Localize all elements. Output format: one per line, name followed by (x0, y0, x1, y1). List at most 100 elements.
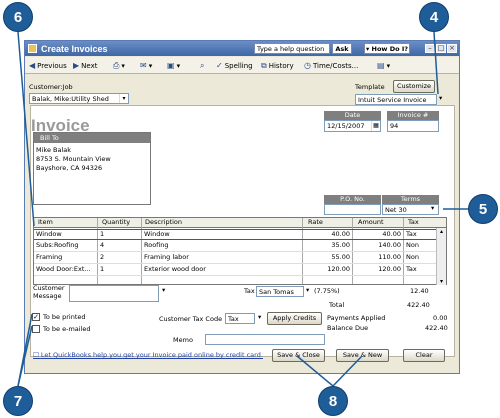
column-header-rate: Rate (308, 218, 323, 226)
callout-8: 8 (318, 386, 348, 416)
template-value: Intuit Service Invoice (358, 96, 427, 104)
cell-rate[interactable]: 35.00 (302, 240, 350, 251)
create-invoices-window: Create Invoices Type a help question Ask… (24, 40, 460, 374)
cell-description[interactable]: Window (142, 229, 170, 240)
ship-button[interactable]: ▣ ▾ (167, 60, 180, 71)
scroll-up-icon[interactable]: ▴ (437, 228, 446, 235)
invoice-number-label: Invoice # (387, 111, 439, 120)
cell-amount[interactable]: 40.00 (352, 229, 401, 240)
chevron-down-icon: ▾ (119, 94, 128, 103)
minimize-icon[interactable]: – (425, 44, 435, 53)
cell-rate[interactable]: 55.00 (302, 252, 350, 263)
callout-7: 7 (3, 386, 33, 416)
checkbox-icon: ☐ (33, 351, 41, 359)
printer-icon: ⎙ (113, 60, 120, 70)
find-icon: ⌕ (200, 60, 205, 70)
cell-rate[interactable]: 40.00 (302, 229, 350, 240)
tax-rate: (7.75%) (314, 287, 340, 295)
toolbar: ◀ Previous ▶ Next ⎙ ▾ ✉ ▾ ▣ ▾ ⌕ ✓ Spelling ⧉ Hi… (25, 57, 459, 74)
customer-tax-code-select[interactable]: Tax (225, 313, 255, 324)
close-icon[interactable]: × (447, 44, 457, 53)
invoice-number-field[interactable]: 94 (387, 120, 439, 132)
table-row[interactable]: Framing 2 Framing labor 55.00 110.00 Non (34, 253, 437, 264)
cell-quantity[interactable]: 4 (98, 240, 104, 251)
cell-tax[interactable]: Tax (404, 264, 417, 275)
column-header-description: Description (145, 218, 183, 226)
terms-chevron-down-icon[interactable]: ▾ (431, 204, 434, 212)
table-scrollbar[interactable]: ▴ ▾ (436, 228, 446, 285)
cell-quantity[interactable]: 1 (98, 264, 104, 275)
customer-tax-code-chevron-icon[interactable]: ▾ (258, 313, 261, 321)
next-label: Next (81, 61, 98, 70)
cell-tax[interactable]: Non (404, 252, 419, 263)
cell-tax[interactable]: Tax (404, 229, 417, 240)
memo-field[interactable] (205, 334, 325, 345)
history-button[interactable]: ⧉ History (261, 60, 294, 71)
maximize-icon[interactable]: □ (436, 44, 446, 53)
cell-rate[interactable]: 120.00 (302, 264, 350, 275)
customer-message-field[interactable] (69, 285, 159, 302)
bill-to-line: 8753 S. Mountain View (36, 155, 111, 163)
tax-amount: 12.40 (410, 287, 429, 295)
table-row[interactable]: Window 1 Window 40.00 40.00 Tax (34, 229, 437, 240)
table-header: Item Quantity Description Rate Amount Ta… (34, 218, 446, 228)
cell-amount[interactable]: 120.00 (352, 264, 401, 275)
spelling-button[interactable]: ✓ Spelling (216, 60, 253, 71)
to-be-printed-label: To be printed (43, 313, 86, 321)
po-number-field[interactable] (324, 204, 381, 215)
customer-job-select[interactable]: Balak, Mike:Utility Shed ▾ (29, 93, 129, 104)
cell-quantity[interactable]: 1 (98, 229, 104, 240)
tax-item-select[interactable]: San Tomas (256, 286, 304, 297)
apply-credits-button[interactable]: Apply Credits (267, 312, 322, 325)
callout-4: 4 (419, 2, 449, 32)
cell-item[interactable]: Framing (34, 252, 96, 263)
cell-item[interactable]: Window (34, 229, 96, 240)
time-costs-button[interactable]: ◷ Time/Costs... (304, 60, 358, 71)
to-be-printed-checkbox[interactable]: ✓ (32, 313, 40, 321)
table-row[interactable]: Subs:Roofing 4 Roofing 35.00 140.00 Non (34, 241, 437, 252)
column-header-item: Item (38, 218, 53, 226)
scroll-down-icon[interactable]: ▾ (437, 278, 446, 285)
spelling-label: Spelling (224, 61, 253, 70)
email-button[interactable]: ✉ ▾ (140, 60, 152, 71)
cell-description[interactable]: Framing labor (142, 252, 189, 263)
cell-description[interactable]: Exterior wood door (142, 264, 206, 275)
cell-quantity[interactable]: 2 (98, 252, 104, 263)
find-button[interactable]: ⌕ (200, 60, 206, 71)
table-row[interactable]: Wood Door:Ext... 1 Exterior wood door 12… (34, 265, 437, 276)
cell-amount[interactable]: 110.00 (352, 252, 401, 263)
cell-item[interactable]: Subs:Roofing (34, 240, 96, 251)
window-title: Create Invoices (41, 43, 108, 54)
customer-job-label: Customer:Job (29, 83, 73, 91)
total-label: Total (329, 301, 345, 309)
previous-button[interactable]: ◀ Previous (29, 60, 67, 71)
online-payment-link[interactable]: ☐ Let QuickBooks help you get your Invoi… (33, 351, 263, 359)
customize-button[interactable]: Customize (393, 80, 435, 93)
cell-amount[interactable]: 140.00 (352, 240, 401, 251)
template-chevron-down-icon[interactable]: ▾ (439, 94, 442, 102)
cell-tax[interactable]: Non (404, 240, 419, 251)
payments-applied-value: 0.00 (433, 314, 448, 322)
to-be-emailed-checkbox[interactable] (32, 325, 40, 333)
to-be-emailed-label: To be e-mailed (43, 325, 91, 333)
print-button[interactable]: ⎙ ▾ (113, 60, 125, 71)
save-close-button[interactable]: Save & Close (272, 349, 325, 362)
next-button[interactable]: ▶ Next (73, 60, 97, 71)
cell-description[interactable]: Roofing (142, 240, 169, 251)
help-question-input[interactable]: Type a help question (254, 43, 330, 54)
previous-icon: ◀ (29, 61, 36, 70)
how-do-i-button[interactable]: ▾ How Do I? (364, 43, 410, 54)
tax-chevron-down-icon[interactable]: ▾ (306, 286, 309, 294)
customer-message-chevron-icon[interactable]: ▾ (162, 286, 165, 294)
calendar-icon[interactable]: ▦ (371, 121, 380, 131)
window-icon (28, 44, 37, 53)
template-select[interactable]: Intuit Service Invoice (355, 94, 437, 105)
date-field[interactable]: 12/15/2007 ▦ (324, 120, 381, 132)
ask-button[interactable]: Ask (332, 43, 352, 54)
clear-button[interactable]: Clear (403, 349, 445, 362)
save-new-button[interactable]: Save & New (336, 349, 389, 362)
customer-tax-code-value: Tax (228, 315, 239, 323)
bill-to-box[interactable]: Bill To Mike Balak 8753 S. Mountain View… (33, 132, 151, 205)
letters-button[interactable]: ▤ ▾ (377, 60, 390, 71)
cell-item[interactable]: Wood Door:Ext... (34, 264, 96, 275)
